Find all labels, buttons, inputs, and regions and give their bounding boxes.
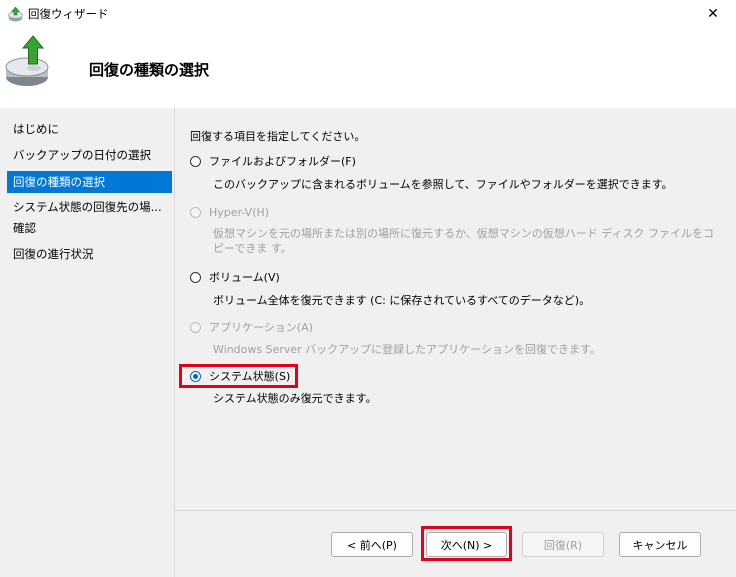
option-system-state-label: システム状態(S): [209, 370, 291, 383]
step-system-state-location: システム状態の回復先の場...: [13, 200, 162, 214]
option-application: アプリケーション(A): [190, 318, 313, 336]
page-title: 回復の種類の選択: [89, 61, 210, 79]
radio-volume[interactable]: [190, 271, 201, 283]
radio-files-folders[interactable]: [190, 155, 201, 167]
radio-hyperv: [190, 206, 201, 218]
radio-application: [190, 321, 201, 333]
option-files-folders-desc: このバックアップに含まれるボリュームを参照して、ファイルやフォルダーを選択できま…: [213, 178, 673, 191]
step-intro: はじめに: [13, 122, 59, 136]
option-application-desc: Windows Server バックアップに登録したアプリケーションを回復できま…: [213, 343, 601, 356]
instruction-text: 回復する項目を指定してください。: [190, 130, 366, 143]
radio-system-state[interactable]: [190, 370, 201, 382]
option-files-folders-label: ファイルおよびフォルダー(F): [209, 155, 356, 168]
close-icon: ✕: [707, 6, 719, 22]
next-button[interactable]: 次へ(N) >: [426, 532, 507, 557]
recovery-wizard-icon: [8, 6, 23, 22]
option-volume-label: ボリューム(V): [209, 271, 280, 284]
footer-divider: [175, 510, 736, 511]
option-volume-desc: ボリューム全体を復元できます (C: に保存されているすべてのデータなど)。: [213, 294, 591, 307]
title-bar: 回復ウィザード ✕: [0, 0, 736, 28]
step-confirm: 確認: [13, 221, 36, 235]
option-hyperv-desc: 仮想マシンを元の場所または別の場所に復元するか、仮想マシンの仮想ハード ディスク…: [213, 227, 714, 255]
wizard-header: 回復の種類の選択: [0, 28, 736, 108]
step-backup-date: バックアップの日付の選択: [13, 148, 151, 162]
wizard-steps-sidebar: はじめに バックアップの日付の選択 回復の種類の選択 システム状態の回復先の場.…: [0, 108, 175, 577]
prev-button[interactable]: < 前へ(P): [331, 532, 413, 557]
step-recovery-type: 回復の種類の選択: [7, 171, 172, 193]
cancel-button[interactable]: キャンセル: [619, 532, 701, 557]
recover-button: 回復(R): [522, 532, 604, 557]
backup-recovery-icon: [5, 35, 49, 86]
window-title: 回復ウィザード: [28, 7, 109, 21]
option-hyperv: Hyper-V(H): [190, 203, 269, 221]
option-hyperv-label: Hyper-V(H): [209, 205, 270, 219]
wizard-content: 回復する項目を指定してください。 ファイルおよびフォルダー(F) このバックアッ…: [175, 108, 736, 577]
option-system-state-desc: システム状態のみ復元できます。: [213, 392, 377, 405]
close-button[interactable]: ✕: [690, 0, 736, 28]
option-volume[interactable]: ボリューム(V): [190, 268, 280, 286]
option-application-label: アプリケーション(A): [209, 321, 313, 334]
option-files-folders[interactable]: ファイルおよびフォルダー(F): [190, 152, 356, 170]
step-progress: 回復の進行状況: [13, 247, 94, 261]
option-system-state[interactable]: システム状態(S): [190, 367, 290, 385]
